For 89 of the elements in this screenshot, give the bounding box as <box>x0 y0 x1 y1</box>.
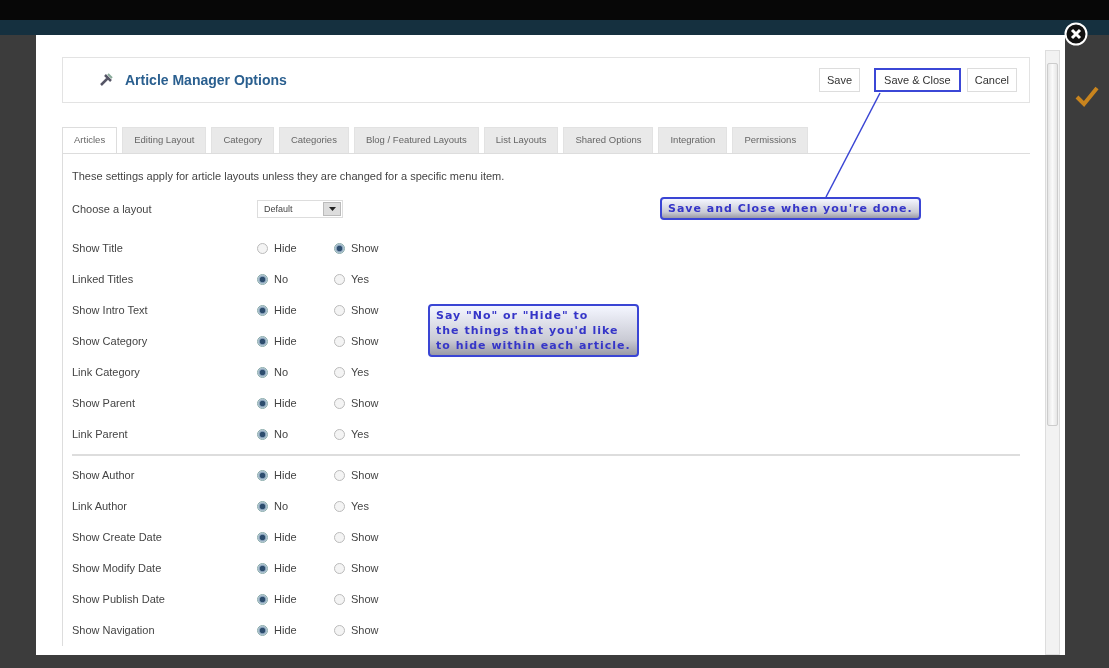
radio-button[interactable] <box>257 335 268 347</box>
scrollbar[interactable] <box>1045 50 1060 655</box>
radio-button[interactable] <box>257 428 268 440</box>
radio-label[interactable]: Hide <box>274 529 297 546</box>
callout-note: Save and Close when you're done. <box>660 197 921 220</box>
radio-button[interactable] <box>334 593 345 605</box>
tab[interactable]: Articles <box>62 127 118 154</box>
radio-label[interactable]: Hide <box>274 333 297 350</box>
radio-button[interactable] <box>257 624 268 636</box>
tab[interactable]: Editing Layout <box>122 127 207 154</box>
radio-label[interactable]: Yes <box>351 426 369 443</box>
radio-label[interactable]: No <box>274 271 289 288</box>
radio-button[interactable] <box>334 397 345 409</box>
radio-label[interactable]: Show <box>351 395 379 412</box>
close-icon[interactable] <box>1064 22 1088 46</box>
radio-label[interactable]: Hide <box>274 467 297 484</box>
radio-button[interactable] <box>334 366 345 378</box>
radio-label[interactable]: Show <box>351 467 379 484</box>
tab[interactable]: Integration <box>658 127 728 154</box>
radio-button[interactable] <box>257 593 268 605</box>
radio-button[interactable] <box>257 242 268 254</box>
radio-label[interactable]: Show <box>351 240 379 257</box>
radio-button[interactable] <box>257 273 268 285</box>
radio-label[interactable]: Hide <box>274 622 297 639</box>
intro-text: These settings apply for article layouts unless they are changed for a specific menu item. <box>72 169 506 185</box>
field-label: Show Title <box>72 241 124 256</box>
dialog-title: Article Manager Options <box>125 70 287 90</box>
radio-button[interactable] <box>257 469 268 481</box>
radio-button[interactable] <box>334 335 345 347</box>
radio-button[interactable] <box>334 428 345 440</box>
radio-button[interactable] <box>257 531 268 543</box>
radio-button[interactable] <box>257 397 268 409</box>
radio-button[interactable] <box>257 500 268 512</box>
radio-button[interactable] <box>334 562 345 574</box>
radio-button[interactable] <box>334 500 345 512</box>
radio-label[interactable]: Hide <box>274 302 297 319</box>
radio-label[interactable]: No <box>274 498 289 515</box>
radio-label[interactable]: Show <box>351 622 379 639</box>
radio-label[interactable]: Yes <box>351 498 369 515</box>
field-label: Show Category <box>72 334 149 349</box>
radio-button[interactable] <box>257 562 268 574</box>
radio-label[interactable]: Hide <box>274 591 297 608</box>
radio-button[interactable] <box>334 273 345 285</box>
checkmark-icon <box>1075 85 1099 107</box>
radio-button[interactable] <box>334 469 345 481</box>
tab[interactable]: Category <box>211 127 274 154</box>
field-label: Show Parent <box>72 396 136 411</box>
radio-label[interactable]: Show <box>351 591 379 608</box>
toolbar-button[interactable]: Save & Close <box>874 67 961 93</box>
radio-label[interactable]: No <box>274 426 289 443</box>
radio-label[interactable]: Show <box>351 302 379 319</box>
layout-select[interactable]: Default <box>257 200 343 219</box>
tools-icon <box>99 73 113 87</box>
tab[interactable]: Blog / Featured Layouts <box>353 127 479 154</box>
toolbar-button[interactable]: Cancel <box>966 67 1017 93</box>
radio-label[interactable]: Show <box>351 560 379 577</box>
field-label: Link Author <box>72 499 129 514</box>
scrollbar-thumb[interactable] <box>1047 63 1058 426</box>
tab[interactable]: List Layouts <box>483 127 559 154</box>
radio-button[interactable] <box>334 624 345 636</box>
radio-label[interactable]: Hide <box>274 560 297 577</box>
field-label: Show Author <box>72 468 136 483</box>
field-label: Show Modify Date <box>72 561 163 576</box>
tab[interactable]: Permissions <box>732 127 809 154</box>
radio-label[interactable]: Yes <box>351 364 369 381</box>
radio-label[interactable]: Yes <box>351 271 369 288</box>
radio-label[interactable]: Hide <box>274 395 297 412</box>
caret-icon <box>328 207 336 212</box>
radio-label[interactable]: Show <box>351 529 379 546</box>
radio-button[interactable] <box>334 531 345 543</box>
field-label: Choose a layout <box>72 202 153 217</box>
radio-button[interactable] <box>257 366 268 378</box>
field-label: Show Navigation <box>72 623 156 638</box>
radio-button[interactable] <box>334 242 345 254</box>
field-label: Linked Titles <box>72 272 135 287</box>
field-label: Link Parent <box>72 427 129 442</box>
radio-button[interactable] <box>334 304 345 316</box>
field-label: Link Category <box>72 365 141 380</box>
field-label: Show Intro Text <box>72 303 149 318</box>
toolbar-button[interactable]: Save <box>819 67 861 93</box>
field-label: Show Create Date <box>72 530 163 545</box>
tab[interactable]: Categories <box>278 127 349 154</box>
radio-label[interactable]: No <box>274 364 289 381</box>
radio-label[interactable]: Show <box>351 333 379 350</box>
radio-button[interactable] <box>257 304 268 316</box>
radio-label[interactable]: Hide <box>274 240 297 257</box>
callout-note: Say "No" or "Hide" to the things that you'd like to hide within each article. <box>428 304 639 357</box>
tab[interactable]: Shared Options <box>563 127 654 154</box>
field-label: Show Publish Date <box>72 592 166 607</box>
